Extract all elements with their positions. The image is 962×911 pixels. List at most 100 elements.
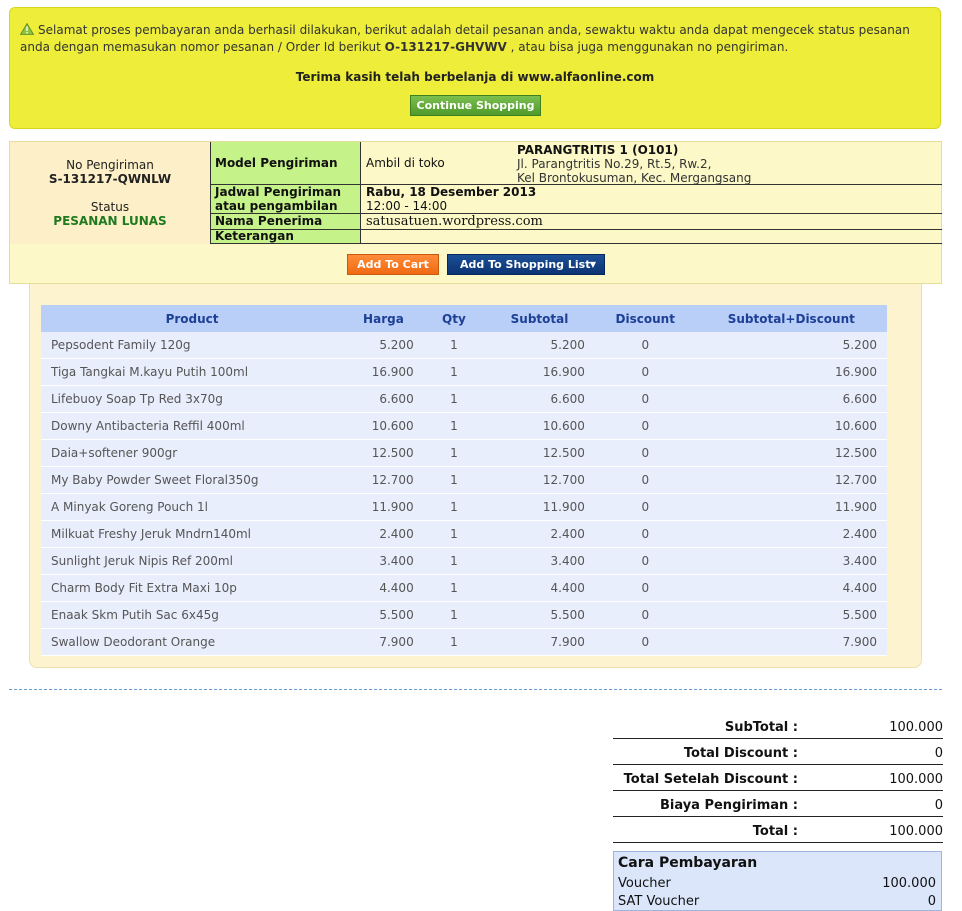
- table-row: Daia+softener 900gr 12.500 1 12.500 0 12.500: [41, 439, 887, 467]
- cell-subtotal: 16.900: [484, 358, 595, 386]
- store-address-1: Jl. Parangtritis No.29, Rt.5, Rw.2,: [517, 157, 712, 171]
- cell-price: 12.500: [343, 439, 424, 467]
- continue-shopping-button[interactable]: Continue Shopping: [410, 95, 541, 116]
- schedule-label-line2: atau pengambilan: [215, 199, 338, 213]
- cell-price: 11.900: [343, 493, 424, 521]
- schedule-row: Jadwal Pengiriman atau pengambilan Rabu,…: [211, 185, 942, 214]
- subtotal-label: SubTotal :: [724, 720, 798, 735]
- cell-discount: 0: [594, 385, 696, 413]
- cell-discount: 0: [594, 439, 696, 467]
- add-to-cart-button[interactable]: Add To Cart: [347, 254, 439, 275]
- cell-product: Lifebuoy Soap Tp Red 3x70g: [41, 385, 344, 413]
- divider: [9, 689, 942, 690]
- subtotal-row: SubTotal : 100.000: [613, 718, 943, 739]
- table-row: Pepsodent Family 120g 5.200 1 5.200 0 5.200: [41, 332, 887, 359]
- cell-subtotal: 12.700: [484, 466, 595, 494]
- cell-qty: 1: [423, 547, 485, 575]
- cell-product: A Minyak Goreng Pouch 1l: [41, 493, 344, 521]
- status-label: Status: [90, 200, 130, 214]
- cell-subtotal-discount: 12.700: [695, 466, 887, 494]
- shipment-info: No Pengiriman S-131217-QWNLW Status PESA…: [9, 141, 942, 284]
- shipment-details: Model Pengiriman Ambil di toko PARANGTRI…: [211, 142, 942, 244]
- cell-product: Daia+softener 900gr: [41, 439, 344, 467]
- shipment-no-label: No Pengiriman: [66, 158, 154, 172]
- payment-row-voucher: Voucher 100.000: [618, 876, 936, 891]
- payment-voucher-value: 100.000: [882, 876, 936, 891]
- cell-subtotal: 5.500: [484, 601, 595, 629]
- table-row: Lifebuoy Soap Tp Red 3x70g 6.600 1 6.600 0 6.…: [41, 385, 887, 413]
- cell-subtotal-discount: 5.500: [695, 601, 887, 629]
- table-header-row: Product Harga Qty Subtotal Discount Subt…: [41, 305, 887, 332]
- cell-subtotal-discount: 10.600: [695, 412, 887, 440]
- table-row: Enaak Skm Putih Sac 6x45g 5.500 1 5.500 0 5.5…: [41, 601, 887, 629]
- grand-total-label: Total :: [752, 824, 798, 839]
- cell-qty: 1: [423, 628, 485, 656]
- add-to-shopping-list-label: Add To Shopping List: [460, 258, 591, 271]
- total-discount-value: 0: [934, 746, 943, 761]
- table-row: Swallow Deodorant Orange 7.900 1 7.900 0 7.90…: [41, 628, 887, 656]
- table-row: Sunlight Jeruk Nipis Ref 200ml 3.400 1 3.40…: [41, 547, 887, 575]
- cell-subtotal-discount: 16.900: [695, 358, 887, 386]
- cell-subtotal: 11.900: [484, 493, 595, 521]
- notice-text-post: , atau bisa juga menggunakan no pengirim…: [506, 40, 789, 54]
- warning-icon: [20, 23, 34, 35]
- cell-qty: 1: [423, 439, 485, 467]
- cell-price: 12.700: [343, 466, 424, 494]
- model-value: Ambil di toko: [366, 156, 445, 170]
- cell-product: Enaak Skm Putih Sac 6x45g: [41, 601, 344, 629]
- col-product: Product: [41, 305, 344, 332]
- recipient-label: Nama Penerima: [211, 214, 361, 229]
- cell-discount: 0: [594, 574, 696, 602]
- cell-discount: 0: [594, 412, 696, 440]
- note-label: Keterangan: [211, 230, 361, 243]
- cell-subtotal: 3.400: [484, 547, 595, 575]
- cell-discount: 0: [594, 358, 696, 386]
- cell-subtotal: 2.400: [484, 520, 595, 548]
- cell-subtotal: 4.400: [484, 574, 595, 602]
- cell-product: Pepsodent Family 120g: [41, 332, 344, 359]
- payment-method-title: Cara Pembayaran: [618, 855, 758, 871]
- cell-subtotal: 6.600: [484, 385, 595, 413]
- cell-product: My Baby Powder Sweet Floral350g: [41, 466, 344, 494]
- cell-discount: 0: [594, 628, 696, 656]
- payment-row-sat-voucher: SAT Voucher 0: [618, 894, 936, 909]
- total-after-discount-value: 100.000: [889, 772, 943, 787]
- col-discount: Discount: [594, 305, 696, 332]
- caret-down-icon[interactable]: ▼: [590, 255, 596, 274]
- grand-total-row: Total : 100.000: [613, 822, 943, 843]
- cell-subtotal-discount: 11.900: [695, 493, 887, 521]
- product-rows: Pepsodent Family 120g 5.200 1 5.200 0 5.200 Ti…: [41, 332, 887, 656]
- table-row: A Minyak Goreng Pouch 1l 11.900 1 11.900 0 11…: [41, 493, 887, 521]
- shipping-cost-value: 0: [934, 798, 943, 813]
- cell-subtotal: 5.200: [484, 332, 595, 359]
- add-to-shopping-list-button[interactable]: Add To Shopping List ▼: [447, 254, 605, 275]
- cell-subtotal-discount: 5.200: [695, 332, 887, 359]
- cell-discount: 0: [594, 601, 696, 629]
- col-subtotal: Subtotal: [484, 305, 595, 332]
- cell-subtotal-discount: 2.400: [695, 520, 887, 548]
- table-row: My Baby Powder Sweet Floral350g 12.700 1 12…: [41, 466, 887, 494]
- cell-product: Swallow Deodorant Orange: [41, 628, 344, 656]
- cell-product: Charm Body Fit Extra Maxi 10p: [41, 574, 344, 602]
- products-table: Product Harga Qty Subtotal Discount Subt…: [41, 305, 887, 656]
- total-after-discount-row: Total Setelah Discount : 100.000: [613, 770, 943, 791]
- cell-price: 3.400: [343, 547, 424, 575]
- cell-price: 4.400: [343, 574, 424, 602]
- cell-product: Tiga Tangkai M.kayu Putih 100ml: [41, 358, 344, 386]
- cell-product: Downy Antibacteria Reffil 400ml: [41, 412, 344, 440]
- cell-qty: 1: [423, 601, 485, 629]
- table-row: Charm Body Fit Extra Maxi 10p 4.400 1 4.400…: [41, 574, 887, 602]
- payment-method-box: Cara Pembayaran Voucher 100.000 SAT Vouc…: [613, 851, 942, 911]
- cell-price: 6.600: [343, 385, 424, 413]
- schedule-date: Rabu, 18 Desember 2013: [366, 185, 537, 199]
- cell-price: 5.200: [343, 332, 424, 359]
- total-discount-row: Total Discount : 0: [613, 744, 943, 765]
- success-notice: Selamat proses pembayaran anda berhasil …: [9, 7, 941, 129]
- cell-price: 16.900: [343, 358, 424, 386]
- cell-subtotal-discount: 4.400: [695, 574, 887, 602]
- cell-qty: 1: [423, 385, 485, 413]
- cell-price: 7.900: [343, 628, 424, 656]
- status-badge: PESANAN LUNAS: [53, 214, 167, 228]
- store-address-2: Kel Brontokusuman, Kec. Mergangsang: [517, 171, 752, 185]
- cell-discount: 0: [594, 520, 696, 548]
